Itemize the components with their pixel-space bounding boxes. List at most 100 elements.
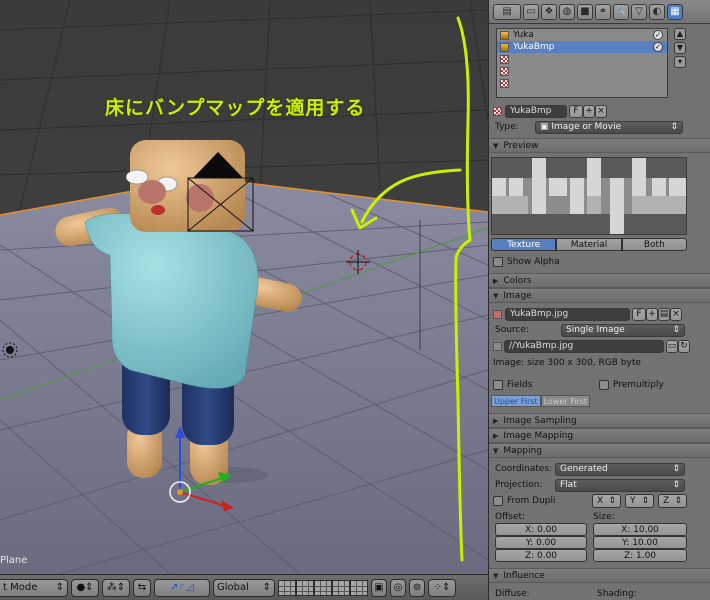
slot-menu-icon[interactable]: ▾ [674,56,686,68]
image-panel-header[interactable]: ▼ Image [489,288,710,303]
fake-user-button[interactable]: F [569,104,583,118]
updown-icon: ⇕ [608,496,616,506]
projection-dropdown[interactable]: Flat ⇕ [555,478,685,492]
manipulator-toggle[interactable]: ⇆ [133,578,151,597]
unlink-icon[interactable]: × [670,307,682,321]
orientation-selector[interactable]: Global ⇕ [213,578,275,597]
tab-material[interactable]: Material [556,238,622,251]
from-dupli-row: From Dupli X ⇕ Y ⇕ Z ⇕ [493,494,706,508]
layer-grid-icon[interactable] [314,579,332,596]
world-context-icon[interactable]: ◍ [559,3,575,20]
preview-panel-header[interactable]: ▼ Preview [489,138,710,153]
projection-value: Flat [560,480,577,490]
pivot-selector[interactable]: ⁂ ⇕ [102,578,130,597]
size-x-field[interactable]: X: 10.00 [593,523,687,536]
data-context-icon[interactable]: ▽ [631,3,647,20]
fields-checkbox[interactable] [493,380,503,390]
move-up-icon[interactable]: ▲ [674,28,686,40]
source-dropdown[interactable]: Single Image ⇕ [561,323,685,337]
3d-viewport[interactable]: 床にバンプマップを適用する Plane [0,0,488,574]
texture-name-field[interactable]: YukaBmp [505,104,567,118]
manipulator-modes[interactable]: ↗ ◜ ◿ [154,578,210,597]
modifiers-context-icon[interactable]: 🔧 [613,3,629,20]
layer-grid-icon[interactable] [332,579,350,596]
snap-element-selector[interactable]: ⁘ ⇕ [428,578,456,597]
open-folder-icon[interactable]: ▤ [658,307,670,321]
texture-context-icon[interactable]: ▦ [667,3,683,20]
editor-type-button[interactable]: ▤ [493,3,521,20]
collapsed-triangle-icon: ▶ [493,276,499,285]
offset-z-field[interactable]: Z: 0.00 [495,549,587,562]
type-dropdown[interactable]: ▣ Image or Movie ⇕ [535,120,683,134]
proportional-edit-button[interactable]: ◎ [390,578,406,597]
expanded-triangle-icon: ▼ [493,446,499,455]
object-context-icon[interactable]: ■ [577,3,593,20]
y-mapping-dropdown[interactable]: Y ⇕ [625,494,654,508]
tab-both[interactable]: Both [621,238,687,251]
scene-context-icon[interactable]: ❖ [541,3,557,20]
render-context-icon[interactable]: ▭ [523,3,539,20]
translate-icon: ↗ [170,582,179,593]
shading-selector[interactable]: ● ⇕ [71,578,99,597]
layer-grid-icon[interactable] [350,579,368,596]
new-texture-icon[interactable]: + [583,104,595,118]
coordinates-dropdown[interactable]: Generated ⇕ [555,462,685,476]
proportional-icon: ◎ [393,582,403,593]
checkmark-icon[interactable]: ✓ [653,42,663,52]
coordinates-value: Generated [560,464,608,474]
new-image-icon[interactable]: + [646,307,658,321]
source-value: Single Image [566,325,625,335]
premultiply-checkbox[interactable] [599,380,609,390]
from-dupli-checkbox[interactable] [493,496,503,506]
texture-slot[interactable]: Yuka ✓ [497,29,667,41]
layer-grid-icon[interactable] [296,579,314,596]
mode-selector[interactable]: t Mode ⇕ [0,578,68,597]
constraints-context-icon[interactable]: ⚭ [595,3,611,20]
lower-first-option[interactable]: Lower First [540,395,590,407]
reload-icon[interactable]: ↻ [678,339,690,353]
image-sampling-header[interactable]: ▶ Image Sampling [489,413,710,428]
material-context-icon[interactable]: ◐ [649,3,665,20]
texture-slot[interactable] [497,65,667,77]
texture-slot[interactable] [497,77,667,89]
texture-slot[interactable]: YukaBmp ✓ [497,41,667,53]
editor-type-icon: ▤ [502,6,512,17]
tab-texture[interactable]: Texture [491,238,557,251]
texture-icon [500,42,509,52]
filepath-field[interactable]: //YukaBmp.jpg [504,339,664,353]
move-down-icon[interactable]: ▼ [674,42,686,54]
size-y-field[interactable]: Y: 10.00 [593,536,687,549]
influence-header[interactable]: ▼ Influence [489,568,710,583]
image-name-field[interactable]: YukaBmp.jpg [505,307,630,321]
z-mapping-dropdown[interactable]: Z ⇕ [658,494,687,508]
mapping-header[interactable]: ▼ Mapping [489,443,710,458]
browse-folder-icon[interactable]: ▭ [666,339,678,353]
upper-first-option[interactable]: Upper First [491,395,541,407]
updown-icon: ⇕ [262,582,271,593]
image-fake-user-button[interactable]: F [632,307,646,321]
layer-buttons[interactable] [278,579,368,596]
offset-y-field[interactable]: Y: 0.00 [495,536,587,549]
layer-grid-icon[interactable] [278,579,296,596]
texture-slot-list[interactable]: Yuka ✓ YukaBmp ✓ [496,28,668,98]
snap-button[interactable]: ⊚ [409,578,425,597]
size-z-field[interactable]: Z: 1.00 [593,549,687,562]
unlink-icon[interactable]: × [595,104,607,118]
image-mapping-header[interactable]: ▶ Image Mapping [489,428,710,443]
expanded-triangle-icon: ▼ [493,291,499,300]
sphere-icon: ● [76,582,86,593]
snap-icon: ⊚ [412,582,422,593]
coordinates-row: Coordinates: Generated ⇕ [493,462,706,476]
texture-slot[interactable] [497,53,667,65]
updown-icon: ⇕ [672,480,680,490]
image-title: Image [503,290,532,301]
lock-layer-button[interactable]: ▣ [371,578,387,597]
colors-panel-header[interactable]: ▶ Colors [489,273,710,288]
show-alpha-checkbox[interactable] [493,257,503,267]
pack-icon[interactable] [493,341,502,351]
projection-row: Projection: Flat ⇕ [493,478,706,492]
checkmark-icon[interactable]: ✓ [653,30,663,40]
premultiply-label: Premultiply [613,380,664,390]
x-mapping-dropdown[interactable]: X ⇕ [592,494,621,508]
offset-x-field[interactable]: X: 0.00 [495,523,587,536]
